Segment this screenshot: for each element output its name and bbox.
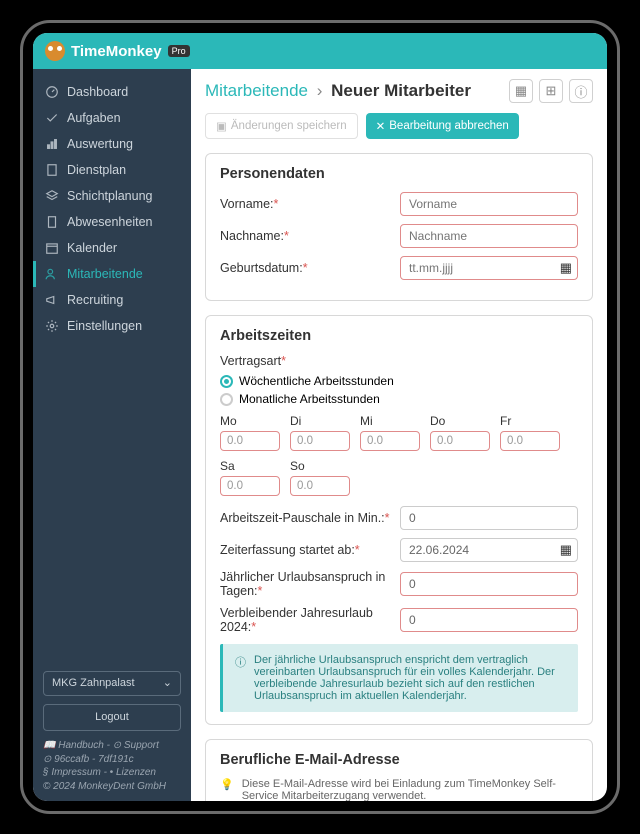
panel-personal-data: Personendaten Vorname:* Nachname:* Gebur… bbox=[205, 153, 593, 301]
print-icon-button[interactable]: ⊞ bbox=[539, 79, 563, 103]
vacation-label: Jährlicher Urlaubsanspruch in Tagen:* bbox=[220, 570, 400, 598]
sidebar-item-shifts[interactable]: Schichtplanung bbox=[33, 183, 191, 209]
brand-name: TimeMonkey bbox=[71, 43, 162, 60]
save-icon: ▣ bbox=[216, 119, 227, 133]
firstname-label: Vorname:* bbox=[220, 197, 400, 211]
vacation-input[interactable] bbox=[400, 572, 578, 596]
pro-badge: Pro bbox=[168, 45, 190, 57]
sidebar-item-settings[interactable]: Einstellungen bbox=[33, 313, 191, 339]
sidebar-item-absences[interactable]: Abwesenheiten bbox=[33, 209, 191, 235]
chevron-right-icon: › bbox=[317, 81, 323, 100]
breadcrumb-current: Neuer Mitarbeiter bbox=[331, 81, 471, 100]
sidebar-footer: 📖 Handbuch - ⊙ Support ⊙ 96ccafb - 7df19… bbox=[43, 739, 181, 793]
sidebar-item-schedule[interactable]: Dienstplan bbox=[33, 157, 191, 183]
remaining-input[interactable] bbox=[400, 608, 578, 632]
door-icon bbox=[45, 215, 59, 229]
day-do-input[interactable] bbox=[430, 431, 490, 451]
sidebar-item-label: Recruiting bbox=[67, 293, 123, 307]
lastname-label: Nachname:* bbox=[220, 229, 400, 243]
pause-label: Arbeitszeit-Pauschale in Min.:* bbox=[220, 511, 400, 525]
sidebar-item-calendar[interactable]: Kalender bbox=[33, 235, 191, 261]
chevron-down-icon: ⌄ bbox=[163, 676, 172, 691]
top-bar: TimeMonkey Pro bbox=[33, 33, 607, 69]
remaining-label: Verbleibender Jahresurlaub 2024:* bbox=[220, 606, 400, 634]
sidebar-item-label: Dienstplan bbox=[67, 163, 126, 177]
breadcrumb: Mitarbeitende › Neuer Mitarbeiter bbox=[205, 81, 471, 101]
sidebar-item-label: Dashboard bbox=[67, 85, 128, 99]
email-hint: Diese E-Mail-Adresse wird bei Einladung … bbox=[242, 778, 578, 801]
sidebar-item-reports[interactable]: Auswertung bbox=[33, 131, 191, 157]
start-input[interactable] bbox=[400, 538, 578, 562]
panel-title: Arbeitszeiten bbox=[220, 328, 578, 344]
day-mo-label: Mo bbox=[220, 414, 280, 428]
contract-type-label: Vertragsart* bbox=[220, 354, 578, 368]
day-so-input[interactable] bbox=[290, 476, 350, 496]
radio-weekly[interactable]: Wöchentliche Arbeitsstunden bbox=[220, 374, 578, 388]
sidebar-item-label: Abwesenheiten bbox=[67, 215, 152, 229]
gauge-icon bbox=[45, 85, 59, 99]
radio-monthly[interactable]: Monatliche Arbeitsstunden bbox=[220, 392, 578, 406]
radio-icon bbox=[220, 393, 233, 406]
sidebar-item-label: Einstellungen bbox=[67, 319, 142, 333]
day-mo-input[interactable] bbox=[220, 431, 280, 451]
sidebar-item-label: Mitarbeitende bbox=[67, 267, 143, 281]
cancel-button[interactable]: ✕ Bearbeitung abbrechen bbox=[366, 113, 519, 139]
org-name: MKG Zahnpalast bbox=[52, 676, 135, 691]
bulb-icon: 💡 bbox=[220, 778, 234, 801]
check-icon bbox=[45, 111, 59, 125]
firstname-input[interactable] bbox=[400, 192, 578, 216]
sidebar-item-employees[interactable]: Mitarbeitende bbox=[33, 261, 191, 287]
pause-input[interactable] bbox=[400, 506, 578, 530]
panel-title: Personendaten bbox=[220, 166, 578, 182]
radio-icon bbox=[220, 375, 233, 388]
layers-icon bbox=[45, 189, 59, 203]
gear-icon bbox=[45, 319, 59, 333]
day-di-input[interactable] bbox=[290, 431, 350, 451]
sidebar-item-dashboard[interactable]: Dashboard bbox=[33, 79, 191, 105]
panel-title: Berufliche E-Mail-Adresse bbox=[220, 752, 578, 768]
chart-icon bbox=[45, 137, 59, 151]
day-fr-input[interactable] bbox=[500, 431, 560, 451]
sidebar-item-tasks[interactable]: Aufgaben bbox=[33, 105, 191, 131]
info-icon: ⓘ bbox=[235, 654, 246, 702]
day-sa-label: Sa bbox=[220, 459, 280, 473]
day-do-label: Do bbox=[430, 414, 490, 428]
start-label: Zeiterfassung startet ab:* bbox=[220, 543, 400, 557]
monkey-logo-icon bbox=[45, 41, 65, 61]
day-sa-input[interactable] bbox=[220, 476, 280, 496]
day-mi-label: Mi bbox=[360, 414, 420, 428]
panel-worktime: Arbeitszeiten Vertragsart* Wöchentliche … bbox=[205, 315, 593, 725]
main-content: Mitarbeitende › Neuer Mitarbeiter ▦ ⊞ ⓘ … bbox=[191, 69, 607, 801]
day-so-label: So bbox=[290, 459, 350, 473]
sidebar-item-label: Schichtplanung bbox=[67, 189, 152, 203]
cancel-icon: ✕ bbox=[376, 119, 386, 133]
save-button[interactable]: ▣ Änderungen speichern bbox=[205, 113, 358, 139]
help-icon-button[interactable]: ⓘ bbox=[569, 79, 593, 103]
sidebar-item-label: Kalender bbox=[67, 241, 117, 255]
breadcrumb-parent[interactable]: Mitarbeitende bbox=[205, 81, 308, 100]
dob-label: Geburtsdatum:* bbox=[220, 261, 400, 275]
logout-button[interactable]: Logout bbox=[43, 704, 181, 731]
sidebar-item-label: Auswertung bbox=[67, 137, 133, 151]
sidebar: Dashboard Aufgaben Auswertung Dienstplan bbox=[33, 69, 191, 801]
panel-email: Berufliche E-Mail-Adresse 💡 Diese E-Mail… bbox=[205, 739, 593, 801]
sidebar-item-recruiting[interactable]: Recruiting bbox=[33, 287, 191, 313]
info-box: ⓘ Der jährliche Urlaubsanspruch ensprich… bbox=[220, 644, 578, 712]
calendar-icon bbox=[45, 241, 59, 255]
lastname-input[interactable] bbox=[400, 224, 578, 248]
sidebar-item-label: Aufgaben bbox=[67, 111, 121, 125]
day-di-label: Di bbox=[290, 414, 350, 428]
users-icon bbox=[45, 267, 59, 281]
clipboard-icon bbox=[45, 163, 59, 177]
day-fr-label: Fr bbox=[500, 414, 560, 428]
org-selector[interactable]: MKG Zahnpalast ⌄ bbox=[43, 671, 181, 696]
layout-icon-button[interactable]: ▦ bbox=[509, 79, 533, 103]
day-mi-input[interactable] bbox=[360, 431, 420, 451]
dob-input[interactable] bbox=[400, 256, 578, 280]
megaphone-icon bbox=[45, 293, 59, 307]
